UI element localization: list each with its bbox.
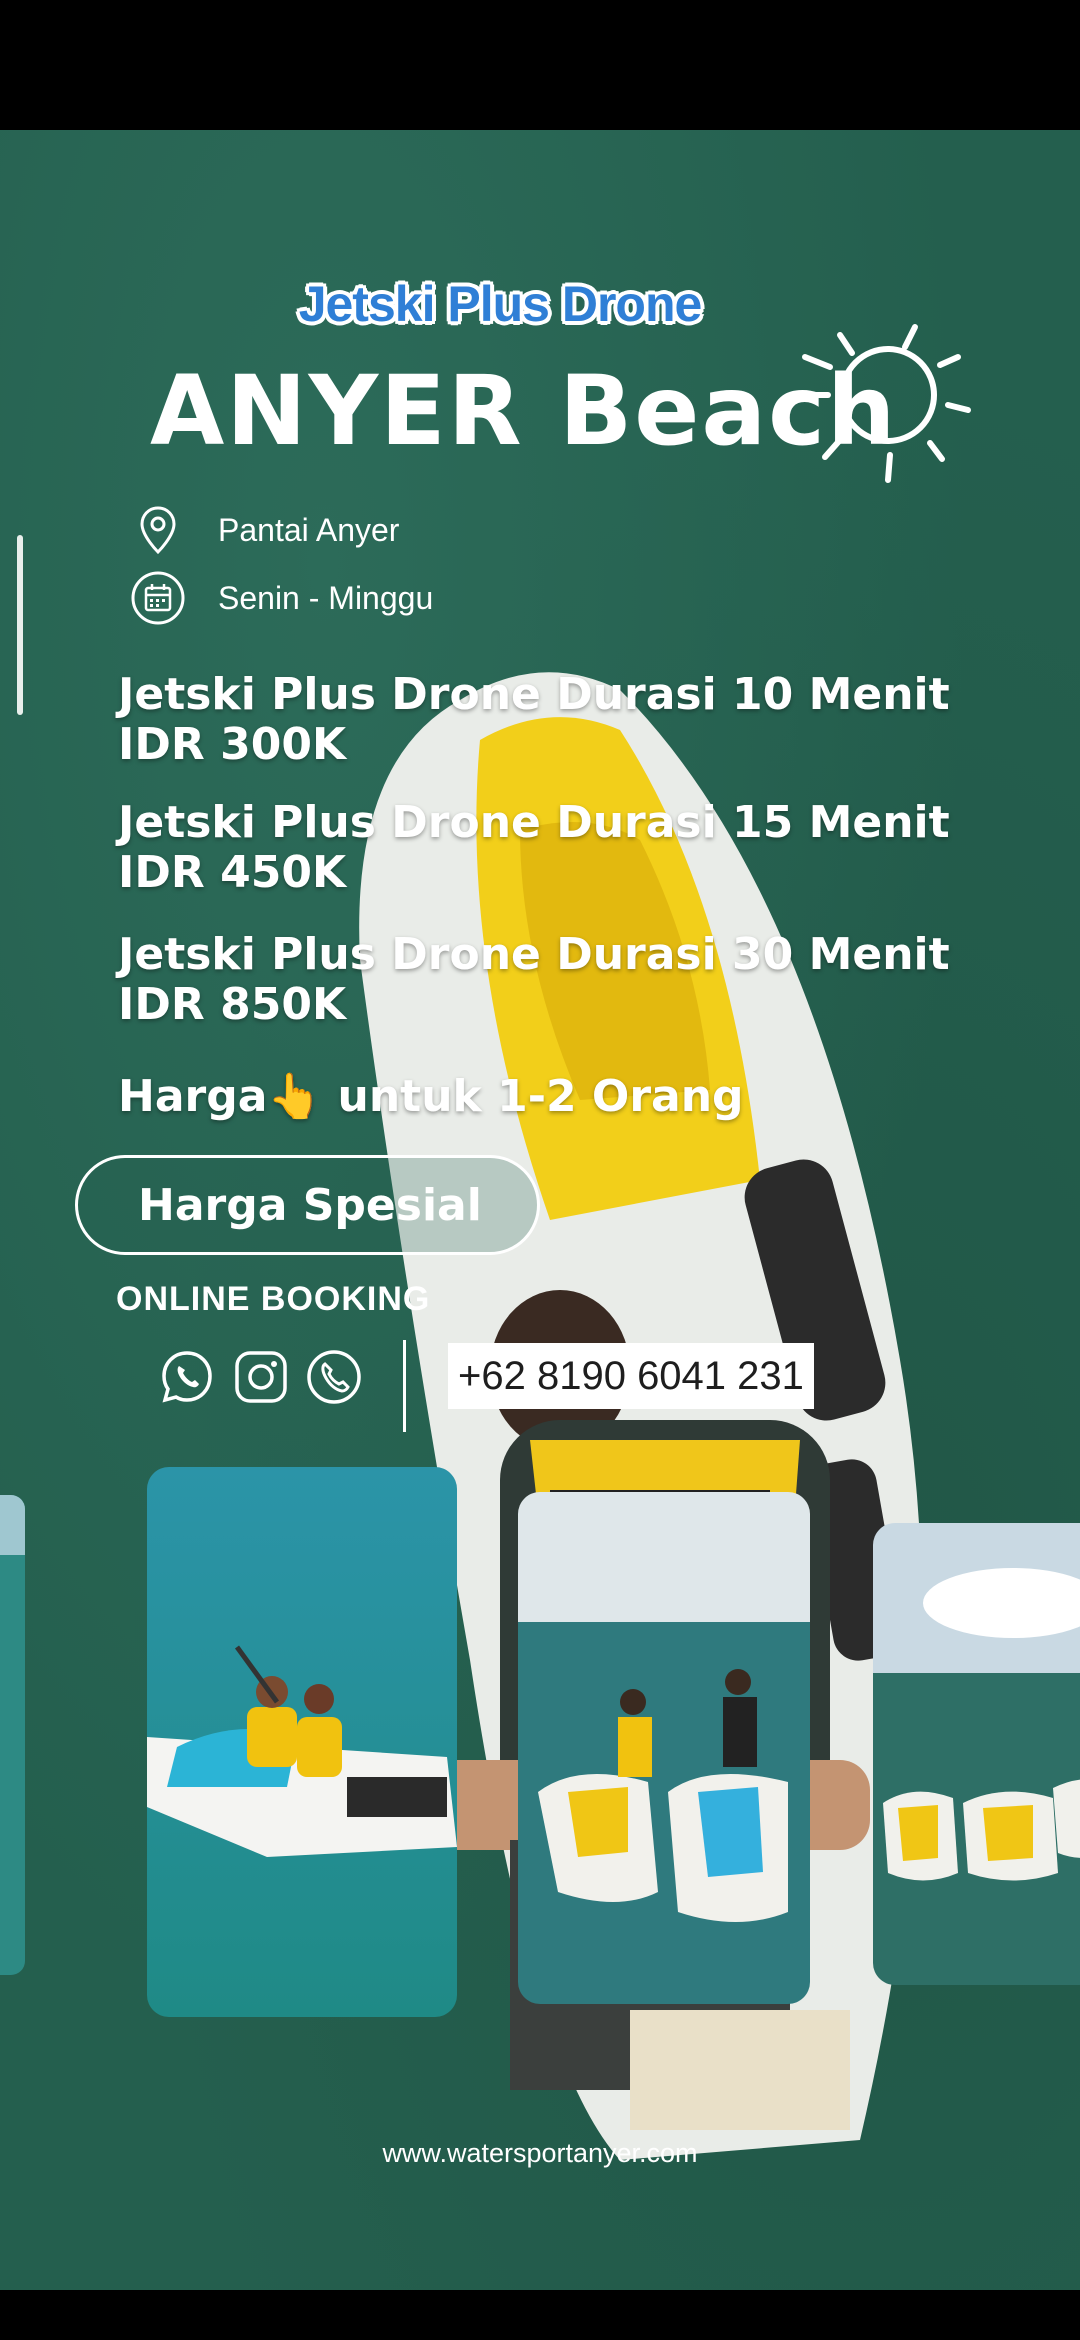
price-item-name: Jetski Plus Drone Durasi 30 Menit bbox=[118, 929, 950, 980]
sun-icon bbox=[797, 324, 971, 483]
page-title: ANYER Beach bbox=[150, 355, 898, 467]
poster: Jetski Plus Drone ANYER Beach Pantai Any… bbox=[0, 130, 1080, 2290]
price-item-name: Jetski Plus Drone Durasi 15 Menit bbox=[118, 797, 950, 848]
gallery-photo[interactable] bbox=[147, 1467, 457, 2017]
price-item-value: IDR 850K bbox=[118, 979, 347, 1030]
location-text: Pantai Anyer bbox=[218, 511, 400, 548]
website-url[interactable]: www.watersportanyer.com bbox=[0, 2138, 1080, 2169]
location-pin-icon bbox=[140, 506, 176, 555]
schedule-row: Senin - Minggu bbox=[130, 568, 433, 628]
instagram-icon[interactable] bbox=[232, 1348, 290, 1406]
price-item: Jetski Plus Drone Durasi 30 Menit IDR 85… bbox=[118, 930, 950, 1030]
pointing-up-hand-icon: 👆 bbox=[267, 1071, 323, 1122]
schedule-text: Senin - Minggu bbox=[218, 579, 434, 616]
gallery-photo[interactable] bbox=[873, 1523, 1080, 1985]
gallery-photo[interactable] bbox=[0, 1495, 25, 1975]
scroll-indicator[interactable] bbox=[17, 535, 23, 715]
special-price-button[interactable]: Harga Spesial bbox=[75, 1155, 540, 1255]
online-booking-label: ONLINE BOOKING bbox=[116, 1280, 431, 1318]
price-item-value: IDR 450K bbox=[118, 847, 347, 898]
divider bbox=[403, 1340, 406, 1432]
calendar-icon bbox=[131, 571, 185, 625]
gallery-photo[interactable] bbox=[518, 1492, 810, 2004]
price-item: Jetski Plus Drone Durasi 15 Menit IDR 45… bbox=[118, 798, 950, 898]
price-item: Jetski Plus Drone Durasi 10 Menit IDR 30… bbox=[118, 670, 950, 770]
phone-icon[interactable] bbox=[305, 1348, 363, 1406]
price-item-name: Jetski Plus Drone Durasi 10 Menit bbox=[118, 669, 950, 720]
whatsapp-icon[interactable] bbox=[158, 1348, 216, 1406]
price-note-label: Harga bbox=[118, 1071, 268, 1122]
location-row: Pantai Anyer bbox=[130, 500, 399, 560]
subtitle-jetski-plus-drone: Jetski Plus Drone bbox=[298, 276, 703, 332]
price-note-detail: untuk 1-2 Orang bbox=[322, 1071, 744, 1122]
phone-number[interactable]: +62 8190 6041 231 bbox=[448, 1343, 814, 1409]
navigation-bar-area bbox=[0, 2290, 1080, 2340]
price-note: Harga👆 untuk 1-2 Orang bbox=[118, 1070, 744, 1122]
price-item-value: IDR 300K bbox=[118, 719, 347, 770]
status-bar-area bbox=[0, 0, 1080, 130]
